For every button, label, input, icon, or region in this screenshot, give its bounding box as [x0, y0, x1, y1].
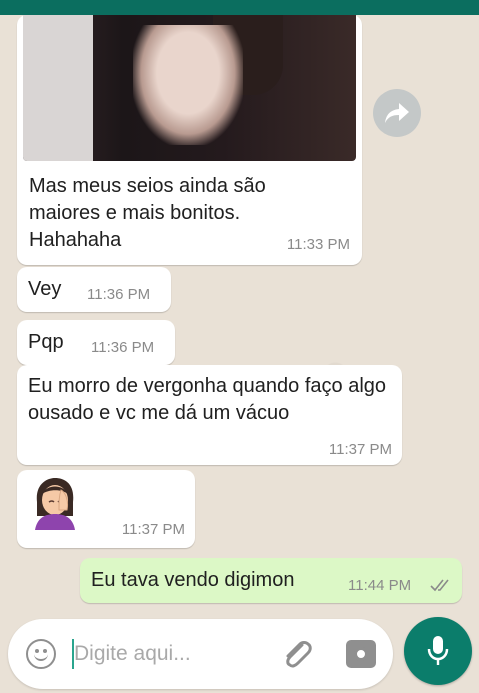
face-palm-woman-emoji: [35, 478, 75, 530]
mic-button[interactable]: [404, 617, 472, 685]
message-bubble[interactable]: Eu morro de vergonha quando faço algo ou…: [17, 365, 402, 465]
message-time: 11:33 PM: [286, 236, 350, 253]
emoji-message[interactable]: 11:37 PM: [17, 470, 195, 548]
message-text: Eu morro de vergonha quando faço algo ou…: [28, 375, 387, 424]
message-photo[interactable]: [23, 15, 356, 161]
chat-area[interactable]: Mas meus seios ainda são maiores e mais …: [0, 15, 479, 615]
read-ticks-icon: [430, 579, 449, 592]
header-bar: [0, 0, 479, 15]
smiley-icon[interactable]: [26, 639, 56, 669]
microphone-icon: [427, 636, 449, 665]
message-input[interactable]: [74, 638, 264, 670]
message-composer: [8, 619, 393, 689]
message-time: 11:37 PM: [328, 441, 392, 458]
camera-icon[interactable]: [346, 640, 376, 668]
message-time: 11:36 PM: [87, 286, 151, 303]
paperclip-icon[interactable]: [280, 637, 314, 671]
outgoing-message[interactable]: Eu tava vendo digimon 11:44 PM: [80, 558, 462, 603]
message-time: 11:37 PM: [121, 521, 185, 538]
message-bubble[interactable]: Pqp 11:36 PM: [17, 320, 175, 365]
forward-button[interactable]: [373, 89, 421, 137]
forward-icon: [385, 103, 409, 123]
message-time: 11:36 PM: [91, 339, 155, 356]
message-text: Vey: [28, 278, 62, 300]
message-bubble[interactable]: Vey 11:36 PM: [17, 267, 171, 312]
message-text: Eu tava vendo digimon: [91, 569, 295, 591]
message-text: Pqp: [28, 331, 64, 353]
message-text: Mas meus seios ainda são maiores e mais …: [29, 175, 266, 251]
image-message[interactable]: Mas meus seios ainda são maiores e mais …: [17, 15, 362, 265]
message-time: 11:44 PM: [348, 577, 412, 594]
